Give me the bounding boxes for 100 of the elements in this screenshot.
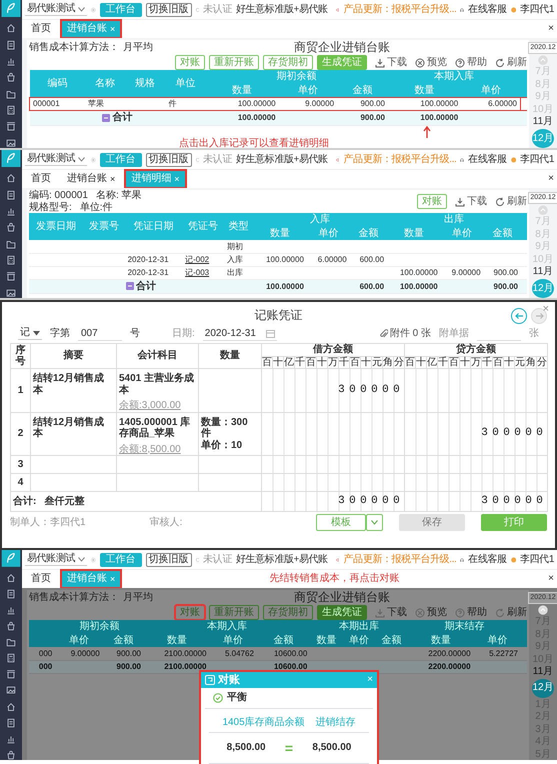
bar-chart-icon[interactable] [5,605,17,616]
certification-status: 未认证 [203,154,232,166]
calculator-icon[interactable] [5,254,17,266]
close-all-button[interactable]: × [548,573,554,585]
tab-close-button[interactable]: × [174,174,180,184]
highlighted-row[interactable]: 000001 苹果 件 100.00000 9.00000 900.00 100.00000 6.00000 [30,98,527,110]
voucher-type-select[interactable]: 记 [18,327,42,340]
company-select[interactable]: 易代账测试 [25,553,88,566]
tab[interactable]: 进销台账 × [61,570,122,588]
old-version-button[interactable]: 切换旧版 [146,2,192,16]
bar-chart-icon[interactable] [5,734,17,744]
document-icon[interactable] [5,40,17,50]
close-all-button[interactable]: × [548,173,554,185]
company-select[interactable]: 易代账测试 [25,153,88,166]
leaf-logo-icon[interactable] [0,550,22,567]
caret-icon [78,6,86,12]
home-icon[interactable] [5,702,17,712]
toolbar-link[interactable]: 下载 [375,56,407,68]
tab[interactable]: 进销台账 × [61,170,122,188]
bag-icon[interactable] [5,621,17,632]
toolbar-button[interactable]: 存货期初 [263,55,313,70]
tab-close-button[interactable]: × [110,174,116,184]
month-item[interactable]: 11月 [532,266,554,278]
template-button[interactable]: 模板 [316,514,366,531]
table-cell: 900.00 [102,647,144,660]
toolbar-link[interactable]: 下载 [455,196,487,208]
dropdown-toggle-button[interactable] [366,514,383,531]
user-name[interactable]: 李四代1 [520,154,554,166]
workbench-button[interactable]: 工作台 [100,152,142,166]
bag-icon[interactable] [5,222,17,233]
home-icon[interactable] [5,173,17,184]
attachment-link[interactable]: 附件 0 张 [380,328,431,340]
support-link[interactable]: 在线客服 [468,4,507,16]
store-icon[interactable] [5,669,17,680]
toolbar-button[interactable]: 重新开账 [209,55,259,70]
toolbar-button[interactable]: 对账 [175,55,205,70]
calculator-icon[interactable] [5,653,17,664]
month-item[interactable]: 12月 [532,678,554,698]
notice-link[interactable]: 产品更新：报税平台升级... [344,4,456,16]
toolbar-link[interactable]: 刷新 [495,56,527,68]
tab-close-button[interactable]: × [110,574,116,584]
toolbar-link[interactable]: 帮助 [455,606,487,618]
home-icon[interactable] [5,23,17,34]
month-item[interactable]: 12月 [532,278,554,298]
store-icon[interactable] [5,271,17,282]
account-text[interactable]: 5401 主营业务成本 [119,373,196,396]
notice-link[interactable]: 产品更新：报税平台升级... [344,154,456,166]
toolbar-link[interactable]: 帮助 [455,56,487,68]
document-icon[interactable] [5,190,17,200]
folder-icon[interactable] [5,238,17,249]
toolbar-link[interactable]: 预览 [415,606,447,618]
document-icon[interactable] [5,718,17,728]
store-icon[interactable] [5,121,17,132]
home-icon[interactable] [5,572,17,583]
month-item[interactable]: 12月 [532,128,554,148]
bag-icon[interactable] [5,750,17,760]
notice-link[interactable]: 产品更新：报税平台升级... [344,554,456,566]
tab-close-button[interactable]: × [110,24,116,34]
bar-chart-icon[interactable] [5,56,17,66]
close-all-button[interactable]: × [548,23,554,35]
tab[interactable]: 进销明细 × [125,170,186,188]
up-circle-icon[interactable] [537,605,549,616]
user-name[interactable]: 李四代1 [520,4,554,16]
toolbar-button[interactable]: 对账 [417,194,447,209]
workbench-button[interactable]: 工作台 [100,552,142,566]
toolbar-link[interactable]: 预览 [415,56,447,68]
picture-icon[interactable] [5,138,17,148]
tab[interactable]: 首页 [25,570,57,588]
bar-chart-icon[interactable] [5,206,17,216]
number-field[interactable]: 007 [78,326,122,340]
leaf-logo-icon[interactable] [0,150,22,168]
tab[interactable]: 首页 [25,170,57,188]
toolbar-link[interactable]: 刷新 [495,196,527,208]
old-version-button[interactable]: 切换旧版 [146,552,192,566]
picture-icon[interactable] [5,288,17,298]
workbench-button[interactable]: 工作台 [100,2,142,16]
summary-cell[interactable]: 结转12月销售成本 [30,412,116,456]
toolbar-link[interactable]: 下载 [375,606,407,618]
calculator-icon[interactable] [5,104,17,116]
user-name[interactable]: 李四代1 [520,554,554,566]
toolbar-button[interactable]: 生成凭证 [317,605,367,620]
method-value: 月平均 [123,592,153,604]
support-link[interactable]: 在线客服 [468,154,507,166]
account-text[interactable]: 1405.000001 库存商品_苹果 [119,416,196,440]
document-icon[interactable] [5,588,17,600]
month-item[interactable]: 11月 [532,666,554,678]
summary-cell[interactable]: 结转12月销售成本 [30,368,116,412]
old-version-button[interactable]: 切换旧版 [146,152,192,166]
month-item[interactable]: 11月 [532,116,554,128]
company-select[interactable]: 易代账测试 [25,3,88,16]
tab[interactable]: 进销台账 × [61,20,122,38]
folder-icon[interactable] [5,88,17,99]
picture-icon[interactable] [5,685,17,696]
leaf-logo-icon[interactable] [0,0,22,18]
tab[interactable]: 首页 [25,20,57,38]
close-button[interactable]: × [542,303,549,316]
support-link[interactable]: 在线客服 [468,554,507,566]
folder-icon[interactable] [5,637,17,648]
bag-icon[interactable] [5,72,17,83]
toolbar-link[interactable]: 刷新 [495,606,527,618]
